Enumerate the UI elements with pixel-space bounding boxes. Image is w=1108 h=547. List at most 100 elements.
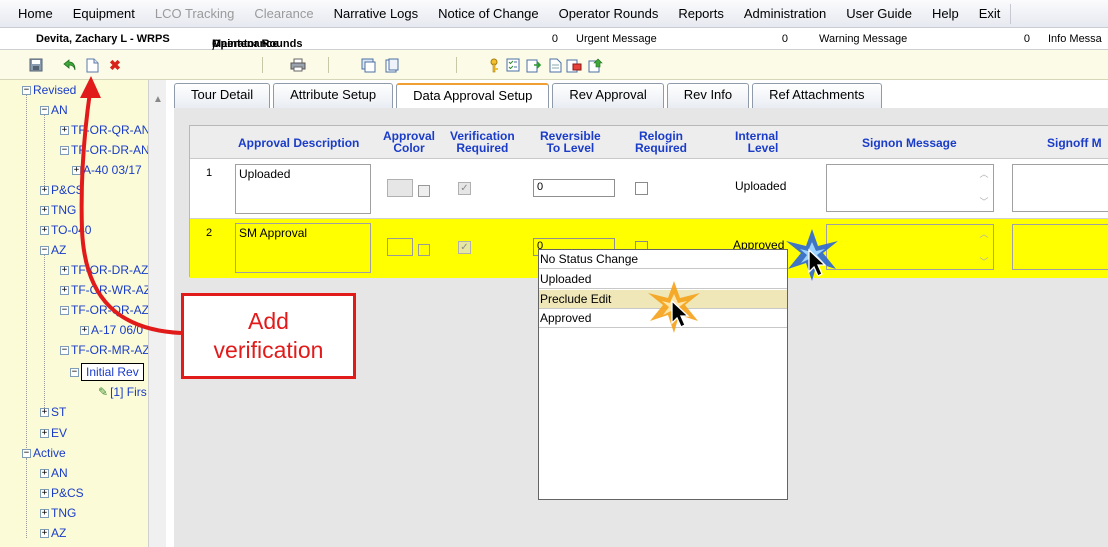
tree-node[interactable]: + ST (40, 405, 66, 419)
app-window: Home Equipment LCO Tracking Clearance Na… (0, 0, 1108, 547)
tab-rev-approval[interactable]: Rev Approval (552, 83, 664, 108)
urgent-message-label[interactable]: Urgent Message (576, 33, 657, 45)
tree-node[interactable]: + TF-OR-DR-AZ (60, 263, 148, 277)
menu-administration[interactable]: Administration (734, 0, 836, 28)
copy-icon[interactable] (360, 57, 376, 73)
approval-color-swatch[interactable] (387, 238, 413, 256)
menu-equipment[interactable]: Equipment (63, 0, 145, 28)
tree-node[interactable]: + AZ (40, 526, 66, 540)
tree-node[interactable]: + TNG (40, 506, 76, 520)
color-picker-button[interactable] (418, 244, 430, 256)
key-icon[interactable] (486, 57, 502, 73)
tab-attribute-setup[interactable]: Attribute Setup (273, 83, 394, 108)
tree-node[interactable]: + P&CS (40, 486, 84, 500)
textarea-scroll-icon[interactable]: ︿ ﹀ (977, 227, 991, 269)
approval-description-field[interactable]: SM Approval (235, 223, 371, 273)
tree-node[interactable]: − AZ (40, 243, 66, 257)
tree-node[interactable]: − Active (22, 446, 66, 460)
verification-required-checkbox[interactable]: ✓ (458, 182, 471, 195)
menu-bar: Home Equipment LCO Tracking Clearance Na… (0, 0, 1108, 28)
dropdown-option-highlighted[interactable]: Preclude Edit (539, 290, 787, 309)
signoff-message-field[interactable] (1012, 224, 1108, 270)
row-number: 2 (206, 227, 213, 239)
tree-node[interactable]: + A-40 03/17 (72, 163, 142, 177)
tab-rev-info[interactable]: Rev Info (666, 83, 750, 108)
menu-separator (1010, 3, 1012, 24)
menu-exit[interactable]: Exit (969, 0, 1011, 28)
save-icon[interactable] (28, 57, 44, 73)
approval-color-swatch[interactable] (387, 179, 413, 197)
tree-scrollbar[interactable]: ▲ (148, 80, 166, 547)
tree-node[interactable]: − Initial Rev (70, 363, 144, 381)
tree-guide-line (44, 114, 45, 188)
tree-node[interactable]: + A-17 06/0 (80, 323, 143, 337)
menu-user-guide[interactable]: User Guide (836, 0, 922, 28)
signon-message-field[interactable]: ︿ ﹀ (826, 224, 994, 270)
tree-node[interactable]: + TNG (40, 203, 76, 217)
export-icon[interactable] (526, 57, 542, 73)
tree-node[interactable]: + TO-040 (40, 223, 91, 237)
menu-notice-of-change[interactable]: Notice of Change (428, 0, 548, 28)
menu-lco-tracking: LCO Tracking (154, 5, 235, 21)
verification-required-checkbox[interactable]: ✓ (458, 241, 471, 254)
tree-node[interactable]: + EV (40, 426, 67, 440)
signoff-message-field[interactable] (1012, 164, 1108, 212)
tree-node[interactable]: ✎ [1] Firs (98, 385, 147, 399)
tree-node[interactable]: + P&CS (40, 183, 84, 197)
header-approval-description: Approval Description (238, 136, 360, 150)
approval-description-field[interactable]: Uploaded (235, 164, 371, 214)
color-picker-button[interactable] (418, 185, 430, 197)
tree-node-selected[interactable]: Initial Rev (81, 363, 144, 381)
tree-node[interactable]: − TF-OR-DR-AN (60, 143, 150, 157)
dropdown-option[interactable]: Uploaded (539, 270, 787, 289)
menu-home[interactable]: Home (8, 0, 63, 28)
header-signoff-message: Signoff M (1047, 136, 1102, 150)
toolbar-divider (456, 57, 457, 73)
toolbar: ✖ (0, 50, 1108, 80)
tab-data-approval-setup[interactable]: Data Approval Setup (396, 83, 550, 108)
delete-icon[interactable]: ✖ (107, 57, 123, 73)
checklist-icon[interactable] (505, 57, 521, 73)
relogin-required-checkbox[interactable] (635, 182, 648, 195)
menu-operator-rounds[interactable]: Operator Rounds (549, 0, 669, 28)
tab-ref-attachments[interactable]: Ref Attachments (752, 83, 882, 108)
new-document-icon[interactable] (84, 57, 100, 73)
header-relogin-required: Relogin Required (635, 129, 688, 155)
menu-reports[interactable]: Reports (668, 0, 734, 28)
upload-icon[interactable] (587, 57, 603, 73)
dropdown-option[interactable]: Approved (539, 309, 787, 328)
tree-node[interactable]: + TF-OR-WR-AZ (60, 283, 151, 297)
print-icon[interactable] (290, 57, 306, 73)
tab-tour-detail[interactable]: Tour Detail (174, 83, 271, 108)
warning-count: 0 (781, 33, 788, 45)
info-count: 0 (1023, 33, 1030, 45)
header-internal-level: Internal Level (735, 129, 779, 155)
info-message-label[interactable]: Info Messa (1048, 33, 1102, 45)
signon-message-field[interactable]: ︿ ﹀ (826, 164, 994, 212)
tree-node[interactable]: − AN (40, 103, 68, 117)
mail-icon[interactable] (566, 57, 582, 73)
reversible-to-level-input[interactable]: 0 (533, 179, 615, 197)
menu-help[interactable]: Help (922, 0, 969, 28)
scroll-up-icon[interactable]: ▲ (153, 94, 163, 105)
warning-message-label[interactable]: Warning Message (819, 33, 907, 45)
paste-icon[interactable] (384, 57, 400, 73)
tree-node[interactable]: − TF-OR-MR-AZ (60, 343, 150, 357)
row-number: 1 (206, 167, 213, 179)
menu-narrative-logs[interactable]: Narrative Logs (324, 0, 429, 28)
textarea-scroll-icon[interactable]: ︿ ﹀ (977, 167, 991, 209)
tree-node[interactable]: − TF-OR-QR-AZ (60, 303, 149, 317)
dropdown-option[interactable]: No Status Change (539, 250, 787, 269)
menu-clearance: Clearance (254, 5, 314, 21)
tree-node[interactable]: + AN (40, 466, 68, 480)
table-row: 1 Uploaded ✓ 0 Uploaded ︿ ﹀ (190, 159, 1108, 219)
document-icon[interactable] (547, 57, 563, 73)
status-bar: Devita, Zachary L - WRPS Operator Rounds… (0, 28, 1108, 54)
header-signon-message: Signon Message (862, 136, 957, 150)
undo-icon[interactable] (62, 57, 78, 73)
tree-node[interactable]: − Revised (22, 83, 76, 97)
header-approval-color: Approval Color (383, 129, 436, 155)
tree-guide-line (26, 94, 27, 468)
tree-node[interactable]: + TF-OR-QR-AN (60, 123, 150, 137)
internal-level-dropdown[interactable]: No Status Change Uploaded Preclude Edit … (538, 249, 788, 500)
